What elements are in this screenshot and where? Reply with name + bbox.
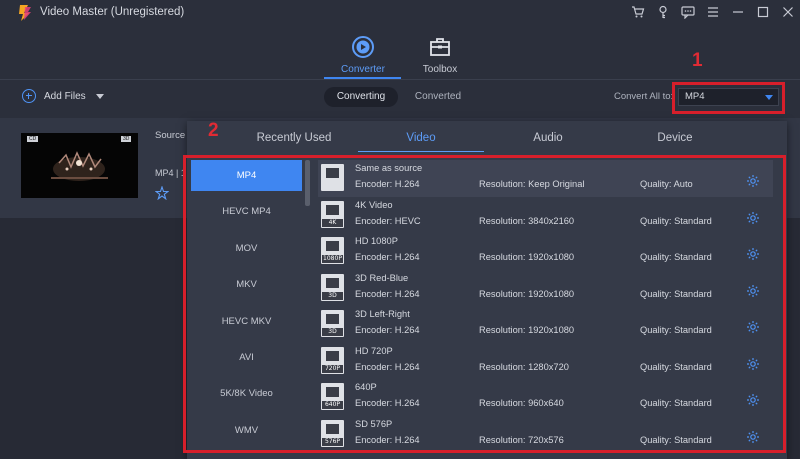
minimize-icon[interactable] — [725, 0, 750, 24]
add-files-label: Add Files — [44, 90, 86, 102]
maximize-icon[interactable] — [750, 0, 775, 24]
tab-video[interactable]: Video — [358, 132, 484, 144]
add-icon — [22, 89, 36, 103]
tab-converter[interactable]: Converter — [323, 34, 403, 75]
format-tabs: Recently Used Video Audio Device — [187, 121, 787, 157]
menu-icon[interactable] — [700, 0, 725, 24]
annotation-number-2: 2 — [208, 120, 219, 141]
tab-toolbox-label: Toolbox — [422, 64, 458, 75]
file-source-label: Source — [155, 130, 186, 141]
format-tab-indicator — [358, 151, 484, 152]
tab-audio[interactable]: Audio — [485, 132, 611, 144]
annotation-box-1 — [672, 82, 785, 114]
enhance-icon[interactable] — [155, 186, 169, 200]
main-nav: Converter Toolbox — [0, 26, 800, 80]
tab-recently-used[interactable]: Recently Used — [231, 132, 357, 144]
app-logo-icon — [19, 5, 31, 21]
chevron-down-icon[interactable] — [95, 93, 104, 99]
converted-tab[interactable]: Converted — [405, 87, 471, 107]
concert-thumbnail-image — [21, 133, 138, 198]
cart-icon[interactable] — [625, 0, 650, 24]
key-icon[interactable] — [650, 0, 675, 24]
close-icon[interactable] — [775, 0, 800, 24]
window-controls — [625, 0, 800, 24]
file-meta: MP4 | 1 — [155, 168, 186, 178]
convert-all-label: Convert All to: — [614, 91, 674, 102]
video-thumbnail[interactable]: CD 3D — [21, 133, 138, 198]
converting-tab[interactable]: Converting — [324, 87, 398, 107]
annotation-number-1: 1 — [692, 50, 703, 71]
thumb-badge: CD — [27, 136, 39, 142]
annotation-box-2 — [183, 155, 786, 453]
converter-icon — [352, 36, 374, 58]
add-files-button[interactable]: Add Files — [22, 89, 104, 103]
chat-icon[interactable] — [675, 0, 700, 24]
title-bar: Video Master (Unregistered) — [0, 0, 800, 26]
tab-device[interactable]: Device — [612, 132, 738, 144]
tab-converter-label: Converter — [341, 64, 385, 75]
toolbox-icon — [430, 38, 450, 56]
app-title: Video Master (Unregistered) — [40, 6, 185, 18]
tab-toolbox[interactable]: Toolbox — [400, 34, 480, 75]
thumb-badge: 3D — [121, 136, 132, 142]
